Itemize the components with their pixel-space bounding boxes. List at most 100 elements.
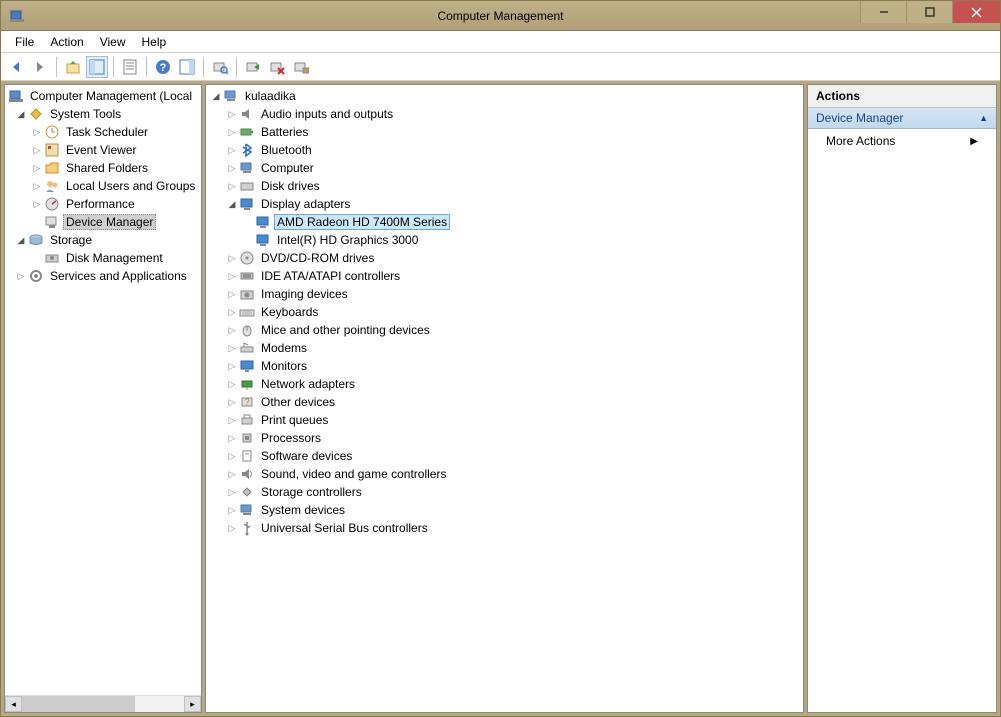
expand-icon[interactable]: ▷: [15, 270, 27, 282]
tree-node-shared-folders[interactable]: ▷ Shared Folders: [5, 159, 201, 177]
expand-icon[interactable]: ▷: [226, 306, 238, 318]
collapse-icon[interactable]: ◢: [15, 234, 27, 246]
tree-node-performance[interactable]: ▷ Performance: [5, 195, 201, 213]
horizontal-scrollbar[interactable]: ◂ ▸: [5, 695, 201, 712]
collapse-icon[interactable]: ◢: [210, 90, 222, 102]
forward-button[interactable]: [29, 56, 51, 78]
tree-node-sound[interactable]: ▷ Sound, video and game controllers: [206, 465, 803, 483]
scroll-track[interactable]: [22, 696, 184, 712]
expand-icon[interactable]: ▷: [226, 414, 238, 426]
navigation-tree[interactable]: Computer Management (Local ◢ System Tool…: [5, 85, 201, 695]
tree-node-monitors[interactable]: ▷ Monitors: [206, 357, 803, 375]
expand-icon[interactable]: ▷: [226, 432, 238, 444]
expand-icon[interactable]: ▷: [226, 468, 238, 480]
expand-icon[interactable]: ▷: [226, 288, 238, 300]
tree-node-imaging[interactable]: ▷ Imaging devices: [206, 285, 803, 303]
collapse-icon[interactable]: ◢: [15, 108, 27, 120]
tree-node-computer-root[interactable]: ◢ kulaadika: [206, 87, 803, 105]
expand-icon[interactable]: ▷: [226, 360, 238, 372]
expand-icon[interactable]: ▷: [226, 180, 238, 192]
tree-node-amd-radeon[interactable]: AMD Radeon HD 7400M Series: [206, 213, 803, 231]
expand-icon[interactable]: ▷: [31, 126, 43, 138]
expand-icon[interactable]: ▷: [226, 486, 238, 498]
expand-icon[interactable]: ▷: [226, 378, 238, 390]
tree-node-disk-management[interactable]: Disk Management: [5, 249, 201, 267]
expand-icon[interactable]: ▷: [226, 342, 238, 354]
expand-icon[interactable]: ▷: [226, 162, 238, 174]
actions-section-device-manager[interactable]: Device Manager ▲: [808, 108, 996, 129]
expand-icon[interactable]: ▷: [226, 252, 238, 264]
menubar: File Action View Help: [1, 31, 1000, 53]
up-button[interactable]: [62, 56, 84, 78]
properties-button[interactable]: [119, 56, 141, 78]
tree-node-ide[interactable]: ▷ IDE ATA/ATAPI controllers: [206, 267, 803, 285]
collapse-icon[interactable]: ▲: [979, 113, 988, 123]
tree-node-event-viewer[interactable]: ▷ Event Viewer: [5, 141, 201, 159]
tree-node-storage-ctl[interactable]: ▷ Storage controllers: [206, 483, 803, 501]
collapse-icon[interactable]: ◢: [226, 198, 238, 210]
tree-node-audio[interactable]: ▷ Audio inputs and outputs: [206, 105, 803, 123]
update-driver-button[interactable]: [290, 56, 312, 78]
expand-icon[interactable]: ▷: [226, 126, 238, 138]
enable-button[interactable]: [242, 56, 264, 78]
tree-node-local-users[interactable]: ▷ Local Users and Groups: [5, 177, 201, 195]
close-button[interactable]: [952, 1, 1000, 23]
titlebar[interactable]: Computer Management: [1, 1, 1000, 31]
maximize-button[interactable]: [906, 1, 952, 23]
tree-node-keyboards[interactable]: ▷ Keyboards: [206, 303, 803, 321]
tree-node-system[interactable]: ▷ System devices: [206, 501, 803, 519]
expand-icon[interactable]: ▷: [226, 108, 238, 120]
tree-node-computer-cat[interactable]: ▷ Computer: [206, 159, 803, 177]
expand-icon[interactable]: ▷: [226, 396, 238, 408]
expand-icon[interactable]: ▷: [226, 270, 238, 282]
expand-icon[interactable]: ▷: [31, 180, 43, 192]
scan-hardware-button[interactable]: [209, 56, 231, 78]
tree-label: DVD/CD-ROM drives: [258, 250, 377, 266]
actions-more-actions[interactable]: More Actions ▶: [808, 129, 996, 153]
device-tree[interactable]: ◢ kulaadika ▷ Audio inputs and outputs ▷…: [206, 85, 803, 712]
minimize-button[interactable]: [860, 1, 906, 23]
display-adapter-icon: [255, 214, 271, 230]
scroll-thumb[interactable]: [22, 696, 135, 712]
tree-node-mice[interactable]: ▷ Mice and other pointing devices: [206, 321, 803, 339]
tree-node-bluetooth[interactable]: ▷ Bluetooth: [206, 141, 803, 159]
scroll-left-button[interactable]: ◂: [5, 696, 22, 712]
tree-node-other[interactable]: ▷ ? Other devices: [206, 393, 803, 411]
tree-node-modems[interactable]: ▷ Modems: [206, 339, 803, 357]
scroll-right-button[interactable]: ▸: [184, 696, 201, 712]
tree-node-dvd[interactable]: ▷ DVD/CD-ROM drives: [206, 249, 803, 267]
show-hide-action-pane-button[interactable]: [176, 56, 198, 78]
back-button[interactable]: [5, 56, 27, 78]
menu-help[interactable]: Help: [134, 32, 175, 52]
tree-node-batteries[interactable]: ▷ Batteries: [206, 123, 803, 141]
expand-icon[interactable]: ▷: [31, 162, 43, 174]
expand-icon[interactable]: ▷: [226, 522, 238, 534]
tree-node-network[interactable]: ▷ Network adapters: [206, 375, 803, 393]
expand-icon[interactable]: ▷: [226, 144, 238, 156]
show-hide-tree-button[interactable]: [86, 56, 108, 78]
tree-node-print-queues[interactable]: ▷ Print queues: [206, 411, 803, 429]
tree-node-task-scheduler[interactable]: ▷ Task Scheduler: [5, 123, 201, 141]
expand-icon[interactable]: ▷: [226, 324, 238, 336]
help-button[interactable]: ?: [152, 56, 174, 78]
tree-node-system-tools[interactable]: ◢ System Tools: [5, 105, 201, 123]
tree-node-intel-hd[interactable]: Intel(R) HD Graphics 3000: [206, 231, 803, 249]
tree-node-display-adapters[interactable]: ◢ Display adapters: [206, 195, 803, 213]
expand-icon[interactable]: ▷: [31, 144, 43, 156]
menu-file[interactable]: File: [7, 32, 42, 52]
uninstall-button[interactable]: [266, 56, 288, 78]
expand-icon[interactable]: ▷: [226, 450, 238, 462]
tree-node-disk-drives[interactable]: ▷ Disk drives: [206, 177, 803, 195]
tree-node-software[interactable]: ▷ Software devices: [206, 447, 803, 465]
tree-node-storage[interactable]: ◢ Storage: [5, 231, 201, 249]
expand-icon[interactable]: ▷: [226, 504, 238, 516]
tree-node-services-apps[interactable]: ▷ Services and Applications: [5, 267, 201, 285]
menu-action[interactable]: Action: [42, 32, 91, 52]
clock-icon: [44, 124, 60, 140]
tree-node-device-manager[interactable]: Device Manager: [5, 213, 201, 231]
tree-node-root[interactable]: Computer Management (Local: [5, 87, 201, 105]
tree-node-usb[interactable]: ▷ Universal Serial Bus controllers: [206, 519, 803, 537]
tree-node-processors[interactable]: ▷ Processors: [206, 429, 803, 447]
menu-view[interactable]: View: [92, 32, 134, 52]
expand-icon[interactable]: ▷: [31, 198, 43, 210]
